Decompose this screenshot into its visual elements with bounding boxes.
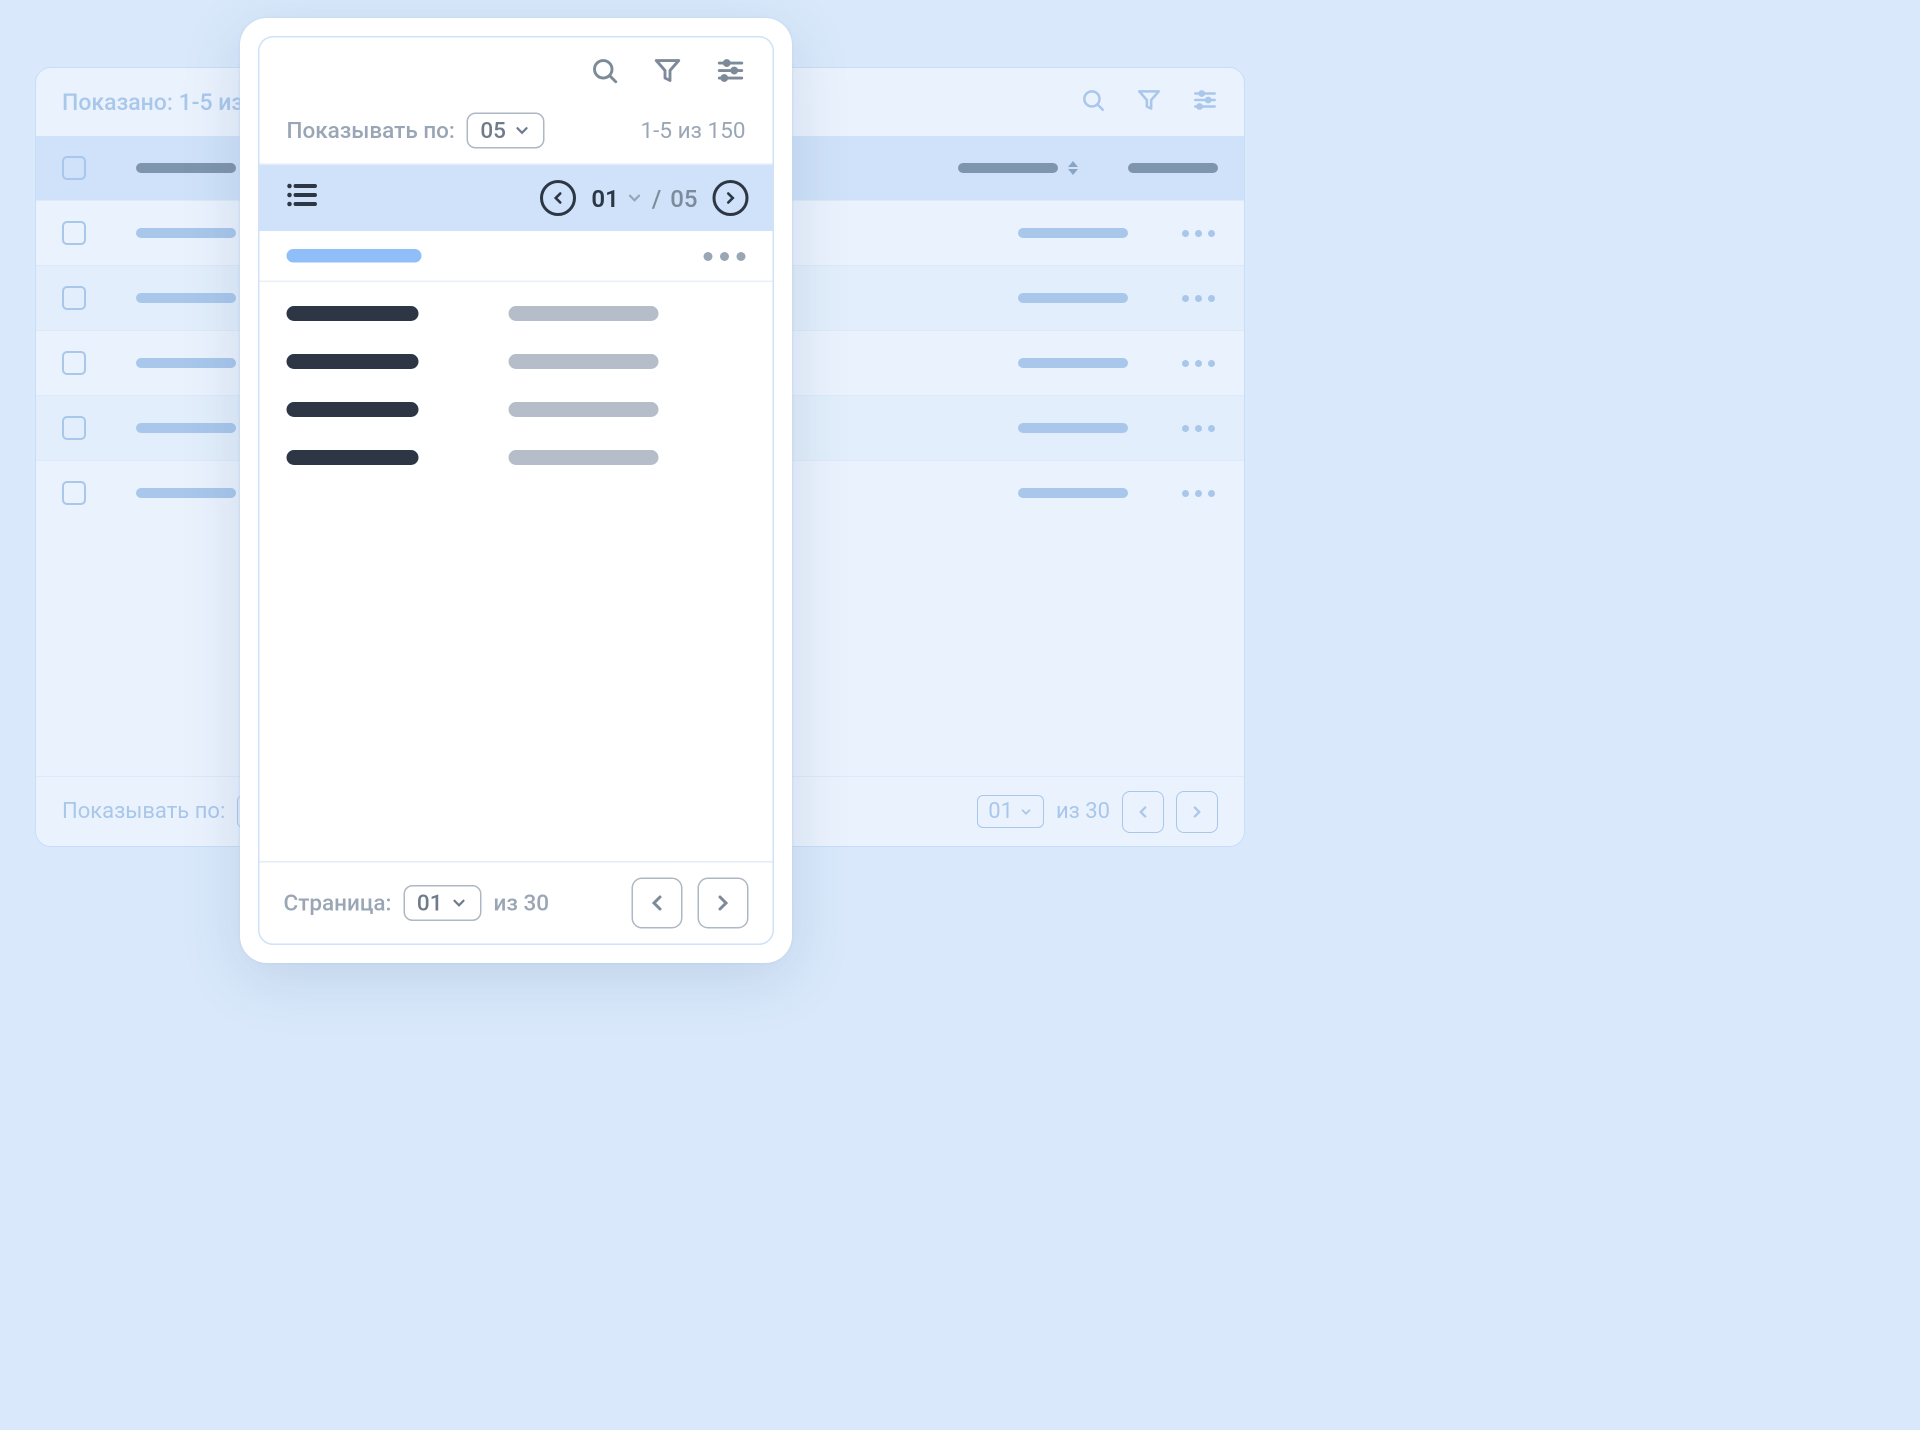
cell-placeholder [136, 228, 236, 238]
cell-placeholder [1018, 293, 1128, 303]
mobile-table-card: Показывать по: 05 1-5 из 150 01 / [240, 18, 792, 963]
bg-of-total: из 30 [1056, 799, 1110, 824]
per-page-select[interactable]: 05 [467, 113, 545, 149]
range-text: 1-5 из 150 [640, 117, 745, 144]
more-icon[interactable] [1178, 360, 1218, 367]
item-detail-list [260, 282, 773, 861]
search-icon[interactable] [590, 56, 620, 92]
of-total-text: из 30 [494, 890, 550, 917]
prev-record-button[interactable] [540, 180, 576, 216]
sliders-icon[interactable] [716, 56, 746, 92]
detail-label [287, 402, 419, 417]
page-select[interactable]: 01 [403, 885, 481, 921]
cell-placeholder [136, 423, 236, 433]
detail-value [509, 402, 659, 417]
cell-placeholder [1018, 423, 1128, 433]
detail-value [509, 306, 659, 321]
bg-toolbar-icons [1080, 87, 1218, 117]
cell-placeholder [1018, 488, 1128, 498]
detail-value [509, 450, 659, 465]
column-header[interactable] [958, 163, 1058, 173]
cell-placeholder [136, 488, 236, 498]
detail-value [509, 354, 659, 369]
detail-row [287, 402, 746, 417]
cell-placeholder [1018, 228, 1128, 238]
record-pager-row: 01 / 05 [260, 165, 773, 231]
cell-placeholder [136, 358, 236, 368]
record-page-indicator[interactable]: 01 / 05 [591, 184, 697, 213]
sort-icon[interactable] [1068, 158, 1078, 178]
filter-icon[interactable] [1136, 87, 1162, 117]
more-icon[interactable] [1178, 295, 1218, 302]
checkbox[interactable] [62, 481, 86, 505]
checkbox[interactable] [62, 156, 86, 180]
list-icon[interactable] [284, 177, 320, 219]
filter-icon[interactable] [653, 56, 683, 92]
cell-placeholder [136, 293, 236, 303]
detail-row [287, 306, 746, 321]
search-icon[interactable] [1080, 87, 1106, 117]
prev-page-button[interactable] [632, 878, 683, 929]
checkbox[interactable] [62, 221, 86, 245]
chevron-down-icon [625, 189, 643, 207]
modal-footer: Страница: 01 из 30 [260, 861, 773, 944]
bg-show-label: Показывать по: [62, 799, 225, 824]
column-header[interactable] [136, 163, 236, 173]
item-title-placeholder [287, 249, 422, 263]
prev-page-button[interactable] [1122, 791, 1164, 833]
checkbox[interactable] [62, 286, 86, 310]
detail-label [287, 450, 419, 465]
next-record-button[interactable] [713, 180, 749, 216]
page-select[interactable]: 01 [977, 795, 1044, 828]
next-page-button[interactable] [1176, 791, 1218, 833]
detail-row [287, 450, 746, 465]
next-page-button[interactable] [698, 878, 749, 929]
item-header [260, 231, 773, 282]
detail-label [287, 306, 419, 321]
more-icon[interactable] [1178, 490, 1218, 497]
detail-row [287, 354, 746, 369]
column-header[interactable] [1128, 163, 1218, 173]
sliders-icon[interactable] [1192, 87, 1218, 117]
modal-settings-row: Показывать по: 05 1-5 из 150 [260, 104, 773, 166]
cell-placeholder [1018, 358, 1128, 368]
detail-label [287, 354, 419, 369]
checkbox[interactable] [62, 416, 86, 440]
more-icon[interactable] [1178, 230, 1218, 237]
more-icon[interactable] [1178, 425, 1218, 432]
checkbox[interactable] [62, 351, 86, 375]
page-label: Страница: [284, 890, 392, 917]
more-icon[interactable] [704, 251, 746, 260]
show-label: Показывать по: [287, 117, 455, 144]
modal-toolbar [260, 38, 773, 104]
